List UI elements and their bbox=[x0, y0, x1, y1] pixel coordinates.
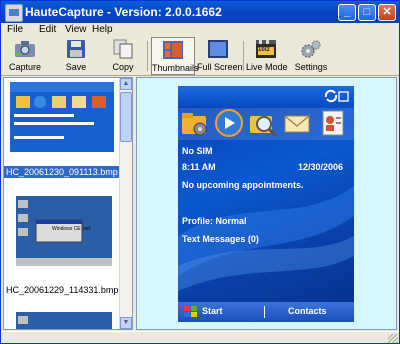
status-bar bbox=[1, 331, 399, 343]
maximize-button[interactable]: □ bbox=[358, 4, 376, 21]
live-mode-badge: 10/2 bbox=[258, 47, 270, 53]
save-button[interactable]: Save bbox=[59, 37, 93, 75]
media-player-icon[interactable] bbox=[214, 108, 244, 138]
save-label: Save bbox=[65, 62, 87, 72]
partial-thumbnail bbox=[10, 306, 114, 329]
menu-help[interactable]: Help bbox=[92, 24, 113, 35]
thumbnails-button[interactable]: Thumbnails bbox=[151, 37, 199, 75]
ce-caption: Windows CE .net bbox=[52, 226, 91, 232]
minimize-button[interactable]: _ bbox=[338, 4, 356, 21]
thumbnail-label[interactable]: HC_20061229_114331.bmp bbox=[4, 284, 120, 296]
thumbnail-image[interactable]: Windows CE .net bbox=[10, 188, 114, 276]
thumbnails-label: Thumbnails bbox=[152, 63, 199, 73]
phone-title-bar bbox=[178, 86, 354, 106]
preview-panel: No SIM 8:11 AM 12/30/2006 No upcoming ap… bbox=[136, 77, 397, 330]
phone-screenshot-thumbnail bbox=[10, 82, 114, 152]
capture-button[interactable]: Capture bbox=[5, 37, 45, 75]
close-button[interactable]: ✕ bbox=[378, 4, 396, 21]
soft-key-divider bbox=[264, 306, 265, 318]
thumbnails-icon bbox=[163, 41, 183, 59]
thumbnail-list[interactable]: HC_20061230_091113.bmp Windows CE .net H… bbox=[3, 77, 133, 330]
resize-grip[interactable] bbox=[388, 334, 398, 343]
phone-date: 12/30/2006 bbox=[298, 162, 344, 172]
messaging-icon[interactable] bbox=[282, 108, 312, 138]
floppy-disk-icon bbox=[67, 40, 85, 58]
menu-edit[interactable]: Edit bbox=[39, 24, 56, 35]
folder-settings-icon[interactable] bbox=[180, 108, 210, 138]
camera-app-icon bbox=[5, 4, 23, 22]
toolbar-separator bbox=[243, 41, 244, 71]
sync-icon bbox=[324, 89, 349, 103]
fullscreen-label: Full Screen bbox=[197, 62, 243, 72]
contact-card-icon[interactable] bbox=[318, 108, 348, 138]
live-mode-label: Live Mode bbox=[246, 62, 288, 72]
copy-button[interactable]: Copy bbox=[105, 37, 141, 75]
capture-label: Capture bbox=[8, 62, 42, 72]
menu-bar: File Edit View Help bbox=[1, 23, 399, 37]
app-window: HauteCapture - Version: 2.0.0.1662 _ □ ✕… bbox=[0, 0, 400, 344]
thumbnail-image[interactable] bbox=[10, 82, 114, 152]
phone-appointments: No upcoming appointments. bbox=[182, 180, 304, 190]
scroll-thumb[interactable] bbox=[120, 92, 132, 142]
ce-desktop-thumbnail bbox=[10, 188, 114, 276]
phone-time: 8:11 AM bbox=[182, 162, 216, 172]
settings-label: Settings bbox=[294, 62, 328, 72]
copy-icon bbox=[113, 39, 133, 59]
settings-button[interactable]: Settings bbox=[293, 37, 329, 75]
window-title: HauteCapture - Version: 2.0.0.1662 bbox=[25, 5, 222, 19]
fullscreen-button[interactable]: Full Screen bbox=[197, 37, 243, 75]
menu-view[interactable]: View bbox=[65, 24, 87, 35]
thumbnail-label[interactable]: HC_20061230_091113.bmp bbox=[4, 166, 120, 178]
phone-profile: Profile: Normal bbox=[182, 216, 247, 226]
soft-key-contacts[interactable]: Contacts bbox=[288, 306, 327, 316]
thumbnail-image[interactable] bbox=[10, 306, 114, 329]
scroll-up-button[interactable]: ▲ bbox=[120, 78, 132, 90]
search-icon[interactable] bbox=[248, 108, 278, 138]
phone-soft-key-bar: Start Contacts bbox=[178, 302, 354, 322]
vertical-scrollbar[interactable]: ▲ ▼ bbox=[119, 78, 132, 329]
live-mode-button[interactable]: 10/2 Live Mode bbox=[246, 37, 288, 75]
gears-icon bbox=[301, 40, 321, 58]
copy-label: Copy bbox=[112, 62, 134, 72]
phone-no-sim: No SIM bbox=[182, 146, 213, 156]
toolbar-separator bbox=[147, 41, 148, 71]
title-bar[interactable]: HauteCapture - Version: 2.0.0.1662 _ □ ✕ bbox=[1, 1, 399, 23]
menu-file[interactable]: File bbox=[7, 24, 23, 35]
fullscreen-icon bbox=[208, 40, 228, 58]
phone-messages: Text Messages (0) bbox=[182, 234, 259, 244]
soft-key-start[interactable]: Start bbox=[202, 306, 223, 316]
scroll-down-button[interactable]: ▼ bbox=[120, 317, 132, 329]
phone-screenshot-preview: No SIM 8:11 AM 12/30/2006 No upcoming ap… bbox=[178, 86, 354, 322]
toolbar: Capture Save Copy Thumbnails Full Screen… bbox=[1, 37, 399, 76]
windows-flag-icon bbox=[184, 306, 197, 317]
camera-icon bbox=[15, 41, 35, 57]
